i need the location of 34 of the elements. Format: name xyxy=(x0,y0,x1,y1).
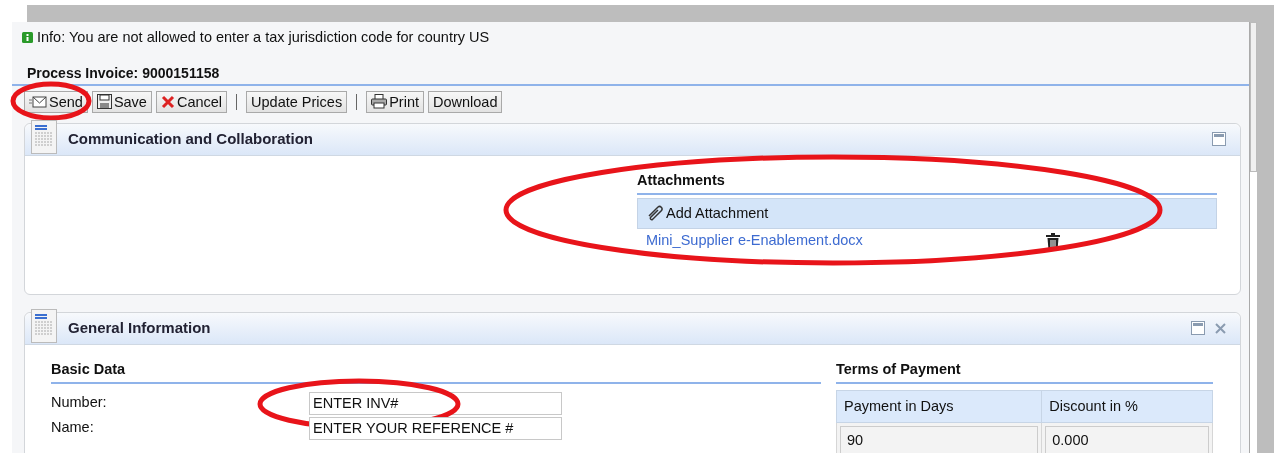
column-header: Discount in % xyxy=(1041,390,1213,423)
info-message: Info: You are not allowed to enter a tax jurisdiction code for country US xyxy=(37,28,490,47)
paperclip-icon xyxy=(646,205,664,222)
toolbar-button[interactable]: Send xyxy=(24,90,88,113)
page-title: Process Invoice: 9000151158 xyxy=(27,63,221,83)
table-cell: 90 xyxy=(840,426,1039,453)
input-field[interactable]: ENTER YOUR REFERENCE # xyxy=(309,416,562,440)
section-heading: Terms of Payment xyxy=(836,358,1213,384)
toolbar-button[interactable]: Download xyxy=(428,90,503,113)
panel-title: General Information xyxy=(68,318,211,338)
input-field[interactable]: ENTER INV# xyxy=(309,391,562,415)
toolbar-button[interactable]: Save xyxy=(91,90,152,113)
close-icon[interactable] xyxy=(1215,322,1226,334)
save-icon xyxy=(96,94,112,110)
toolbar-button[interactable]: Print xyxy=(366,90,424,113)
info-icon xyxy=(22,32,33,44)
cross-icon xyxy=(160,94,175,109)
toolbar-button[interactable]: Cancel xyxy=(155,90,228,113)
minimize-icon[interactable] xyxy=(1212,132,1226,147)
field-label: Number: xyxy=(51,393,108,413)
field-label: Name: xyxy=(51,418,95,438)
scrollbar[interactable] xyxy=(1250,22,1257,172)
section-heading: Attachments xyxy=(637,169,1217,195)
column-header: Payment in Days xyxy=(836,390,1042,423)
attachment-link[interactable]: Mini_Supplier e-Enablement.docx xyxy=(646,230,863,252)
section-heading: Basic Data xyxy=(51,358,821,384)
add-attachment-button[interactable]: Add Attachment xyxy=(637,197,1217,230)
toolbar-button[interactable]: Update Prices xyxy=(246,90,348,113)
minimize-icon[interactable] xyxy=(1191,321,1205,336)
printer-icon xyxy=(371,94,388,110)
trash-icon[interactable] xyxy=(1045,232,1060,250)
envelope-icon xyxy=(29,95,47,108)
panel-title: Communication and Collaboration xyxy=(68,129,313,149)
table-cell: 0.000 xyxy=(1045,426,1209,453)
